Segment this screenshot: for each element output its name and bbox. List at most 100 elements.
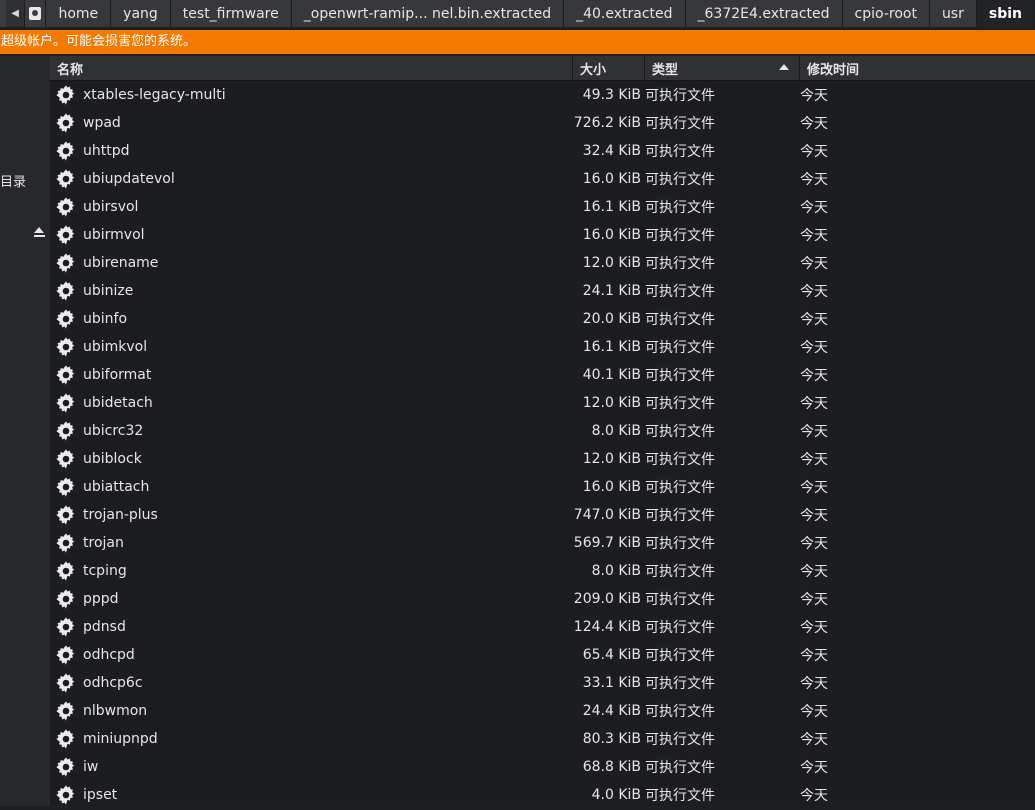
table-row[interactable]: iw 68.8 KiB 可执行文件 今天 bbox=[50, 753, 1035, 781]
column-name-header[interactable]: 名称 bbox=[50, 56, 573, 80]
file-type: 可执行文件 bbox=[645, 172, 715, 188]
table-row[interactable]: ubinize 24.1 KiB 可执行文件 今天 bbox=[50, 277, 1035, 305]
table-row[interactable]: trojan 569.7 KiB 可执行文件 今天 bbox=[50, 529, 1035, 557]
crumb-home[interactable]: home bbox=[46, 0, 112, 27]
file-type: 可执行文件 bbox=[645, 676, 715, 692]
file-size: 4.0 KiB bbox=[591, 787, 641, 803]
file-name: nlbwmon bbox=[83, 703, 148, 719]
executable-gear-icon bbox=[55, 700, 77, 722]
table-row[interactable]: ubiformat 40.1 KiB 可执行文件 今天 bbox=[50, 361, 1035, 389]
file-name-cell: trojan bbox=[50, 532, 573, 554]
file-name-cell: ipset bbox=[50, 784, 573, 806]
executable-gear-icon bbox=[55, 392, 77, 414]
drive-icon[interactable] bbox=[24, 0, 47, 27]
path-bar: ◀ home yang test_firmware _openwrt-ramip… bbox=[0, 0, 1035, 27]
file-size: 16.1 KiB bbox=[582, 199, 641, 215]
table-row[interactable]: ubinfo 20.0 KiB 可执行文件 今天 bbox=[50, 305, 1035, 333]
crumb-40-extracted[interactable]: _40.extracted bbox=[564, 0, 686, 27]
file-type: 可执行文件 bbox=[645, 648, 715, 664]
file-size: 747.0 KiB bbox=[573, 507, 641, 523]
crumb-openwrt-extracted[interactable]: _openwrt-ramip... nel.bin.extracted bbox=[291, 0, 565, 27]
file-mtime: 今天 bbox=[800, 536, 828, 552]
file-size: 124.4 KiB bbox=[573, 619, 641, 635]
table-row[interactable]: ubirename 12.0 KiB 可执行文件 今天 bbox=[50, 249, 1035, 277]
file-name-cell: pppd bbox=[50, 588, 573, 610]
file-name-cell: pdnsd bbox=[50, 616, 573, 638]
file-mtime: 今天 bbox=[800, 256, 828, 272]
file-name-cell: xtables-legacy-multi bbox=[50, 84, 573, 106]
file-name: ubiupdatevol bbox=[83, 171, 175, 187]
table-row[interactable]: odhcp6c 33.1 KiB 可执行文件 今天 bbox=[50, 669, 1035, 697]
file-type: 可执行文件 bbox=[645, 116, 715, 132]
file-type: 可执行文件 bbox=[645, 144, 715, 160]
column-mtime-header[interactable]: 修改时间 bbox=[800, 56, 1035, 80]
file-mtime: 今天 bbox=[800, 704, 828, 720]
table-row[interactable]: ubirmvol 16.0 KiB 可执行文件 今天 bbox=[50, 221, 1035, 249]
crumb-sbin[interactable]: sbin bbox=[976, 0, 1035, 27]
table-row[interactable]: ubimkvol 16.1 KiB 可执行文件 今天 bbox=[50, 333, 1035, 361]
table-row[interactable]: nlbwmon 24.4 KiB 可执行文件 今天 bbox=[50, 697, 1035, 725]
crumb-cpio-root[interactable]: cpio-root bbox=[842, 0, 930, 27]
executable-gear-icon bbox=[55, 728, 77, 750]
file-name: pdnsd bbox=[83, 619, 126, 635]
file-type: 可执行文件 bbox=[645, 788, 715, 804]
crumb-test-firmware[interactable]: test_firmware bbox=[170, 0, 292, 27]
file-mtime: 今天 bbox=[800, 788, 828, 804]
file-type: 可执行文件 bbox=[645, 480, 715, 496]
file-size: 40.1 KiB bbox=[582, 367, 641, 383]
table-row[interactable]: tcping 8.0 KiB 可执行文件 今天 bbox=[50, 557, 1035, 585]
file-type: 可执行文件 bbox=[645, 760, 715, 776]
sidebar: 目录 bbox=[0, 56, 50, 806]
file-type: 可执行文件 bbox=[645, 256, 715, 272]
file-name: ubinize bbox=[83, 283, 134, 299]
executable-gear-icon bbox=[55, 420, 77, 442]
file-size: 68.8 KiB bbox=[582, 759, 641, 775]
column-size-header[interactable]: 大小 bbox=[573, 56, 645, 80]
table-row[interactable]: pppd 209.0 KiB 可执行文件 今天 bbox=[50, 585, 1035, 613]
column-type-header[interactable]: 类型 bbox=[645, 56, 800, 80]
file-size: 8.0 KiB bbox=[591, 423, 641, 439]
file-size: 726.2 KiB bbox=[573, 115, 641, 131]
file-mtime: 今天 bbox=[800, 368, 828, 384]
file-name: odhcpd bbox=[83, 647, 135, 663]
file-size: 8.0 KiB bbox=[591, 563, 641, 579]
table-row[interactable]: ubirsvol 16.1 KiB 可执行文件 今天 bbox=[50, 193, 1035, 221]
table-row[interactable]: wpad 726.2 KiB 可执行文件 今天 bbox=[50, 109, 1035, 137]
file-mtime: 今天 bbox=[800, 564, 828, 580]
file-name: ubinfo bbox=[83, 311, 128, 327]
file-name-cell: iw bbox=[50, 756, 573, 778]
file-name-cell: nlbwmon bbox=[50, 700, 573, 722]
file-name-cell: tcping bbox=[50, 560, 573, 582]
table-row[interactable]: trojan-plus 747.0 KiB 可执行文件 今天 bbox=[50, 501, 1035, 529]
file-name: ubirename bbox=[83, 255, 159, 271]
back-arrow-icon[interactable]: ◀ bbox=[6, 0, 25, 27]
file-type: 可执行文件 bbox=[645, 592, 715, 608]
sidebar-item-directory[interactable]: 目录 bbox=[0, 171, 26, 190]
table-row[interactable]: xtables-legacy-multi 49.3 KiB 可执行文件 今天 bbox=[50, 81, 1035, 109]
table-row[interactable]: ubiupdatevol 16.0 KiB 可执行文件 今天 bbox=[50, 165, 1035, 193]
file-name: ubimkvol bbox=[83, 339, 148, 355]
table-row[interactable]: ubidetach 12.0 KiB 可执行文件 今天 bbox=[50, 389, 1035, 417]
crumb-usr[interactable]: usr bbox=[929, 0, 977, 27]
table-row[interactable]: ubicrc32 8.0 KiB 可执行文件 今天 bbox=[50, 417, 1035, 445]
eject-icon[interactable] bbox=[34, 227, 45, 238]
file-type: 可执行文件 bbox=[645, 508, 715, 524]
file-name: ubiformat bbox=[83, 367, 152, 383]
file-name-cell: ubinfo bbox=[50, 308, 573, 330]
table-row[interactable]: ubiattach 16.0 KiB 可执行文件 今天 bbox=[50, 473, 1035, 501]
file-name-cell: trojan-plus bbox=[50, 504, 573, 526]
file-size: 12.0 KiB bbox=[582, 451, 641, 467]
file-mtime: 今天 bbox=[800, 508, 828, 524]
file-mtime: 今天 bbox=[800, 676, 828, 692]
crumb-6372e4-extracted[interactable]: _6372E4.extracted bbox=[685, 0, 843, 27]
crumb-yang[interactable]: yang bbox=[111, 0, 171, 27]
file-type: 可执行文件 bbox=[645, 704, 715, 720]
table-row[interactable]: ipset 4.0 KiB 可执行文件 今天 bbox=[50, 781, 1035, 809]
table-row[interactable]: pdnsd 124.4 KiB 可执行文件 今天 bbox=[50, 613, 1035, 641]
table-row[interactable]: uhttpd 32.4 KiB 可执行文件 今天 bbox=[50, 137, 1035, 165]
table-row[interactable]: ubiblock 12.0 KiB 可执行文件 今天 bbox=[50, 445, 1035, 473]
table-row[interactable]: odhcpd 65.4 KiB 可执行文件 今天 bbox=[50, 641, 1035, 669]
file-mtime: 今天 bbox=[800, 228, 828, 244]
table-row[interactable]: miniupnpd 80.3 KiB 可执行文件 今天 bbox=[50, 725, 1035, 753]
file-size: 32.4 KiB bbox=[582, 143, 641, 159]
